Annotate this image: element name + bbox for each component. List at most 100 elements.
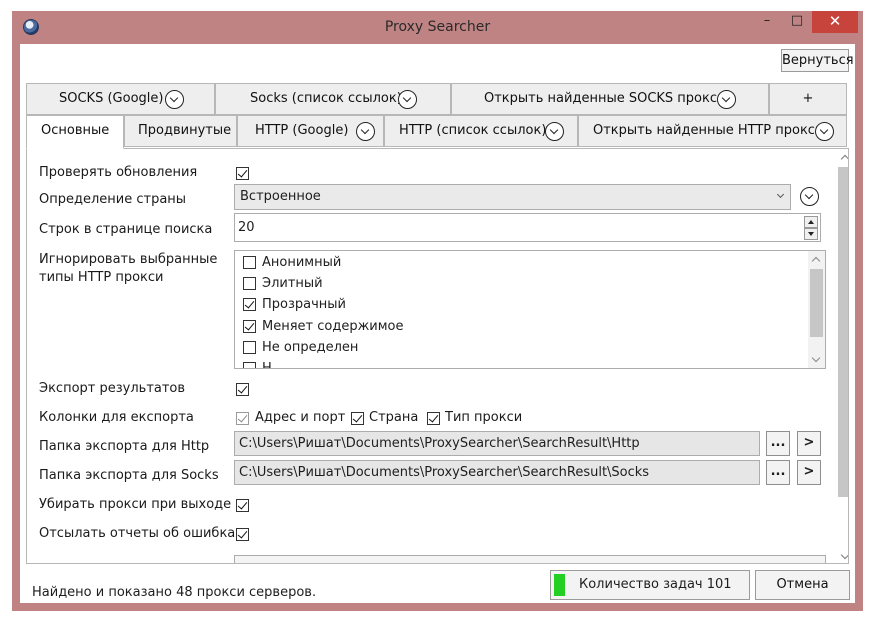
tab-label: Открыть найденные HTTP прокси — [593, 123, 824, 138]
column-country-label: Страна — [369, 410, 419, 425]
export-columns-label: Колонки для експорта — [39, 410, 194, 425]
tab-http-google[interactable]: HTTP (Google) — [237, 115, 384, 147]
remove-on-exit-checkbox[interactable] — [236, 499, 249, 512]
country-detection-label: Определение страны — [39, 192, 187, 207]
scroll-thumb[interactable] — [838, 167, 848, 497]
http-folder-open-button[interactable]: > — [797, 431, 821, 456]
export-results-checkbox[interactable] — [236, 383, 249, 396]
socks-folder-field[interactable]: C:\Users\Ришат\Documents\ProxySearcher\S… — [234, 460, 760, 485]
check-updates-checkbox[interactable] — [236, 167, 249, 180]
country-detection-value: Встроенное — [240, 189, 321, 204]
list-item-checkbox[interactable] — [243, 256, 256, 269]
list-item-label: Меняет содержимое — [262, 319, 404, 334]
ignore-types-list[interactable]: Анонимный Элитный Прозрачный Меняет соде… — [234, 250, 826, 369]
column-proxy-type-checkbox[interactable] — [427, 412, 440, 425]
chevron-down-icon[interactable] — [815, 122, 834, 141]
chevron-down-icon[interactable] — [165, 90, 184, 109]
rows-per-page-input[interactable]: 20 — [234, 213, 821, 242]
column-address-port-label: Адрес и порт — [255, 410, 346, 425]
chevron-down-icon[interactable] — [800, 187, 819, 206]
export-results-label: Экспорт результатов — [39, 381, 186, 396]
back-button[interactable]: Вернуться — [781, 49, 854, 72]
chevron-down-icon[interactable] — [398, 90, 417, 109]
list-item[interactable]: Прозрачный — [235, 295, 805, 316]
send-reports-label: Отсылать отчеты об ошибках — [39, 526, 243, 541]
column-proxy-type-label: Тип прокси — [445, 410, 523, 425]
tab-http-link-list[interactable]: HTTP (список ссылок) — [384, 115, 578, 147]
socks-folder-label: Папка экспорта для Socks — [39, 468, 219, 483]
list-item-label: Не определен — [262, 340, 359, 355]
panel-scrollbar[interactable] — [837, 149, 848, 563]
send-reports-checkbox[interactable] — [236, 528, 249, 541]
scroll-thumb[interactable] — [810, 269, 823, 337]
window-title: Proxy Searcher — [384, 19, 491, 35]
list-item[interactable]: Не определен — [235, 338, 805, 359]
spin-up-icon[interactable] — [804, 216, 818, 228]
task-status-indicator — [554, 574, 565, 596]
http-folder-label: Папка экспорта для Http — [39, 439, 210, 454]
tab-open-found-http[interactable]: Открыть найденные HTTP прокси — [578, 115, 847, 147]
window-client: Вернуться SOCKS (Google) Socks (список с… — [20, 44, 855, 603]
tab-label: HTTP (список ссылок) — [399, 123, 547, 138]
spin-down-icon[interactable] — [804, 228, 818, 240]
tab-open-found-socks[interactable]: Открыть найденные SOCKS прокси — [451, 83, 769, 115]
tab-socks-google[interactable]: SOCKS (Google) — [26, 83, 215, 115]
list-item-label: Прозрачный — [262, 297, 347, 312]
list-item[interactable]: Н... — [235, 359, 805, 369]
chevron-down-icon[interactable] — [717, 90, 736, 109]
partial-input-field[interactable] — [234, 555, 826, 563]
tab-label: Socks (список ссылок) — [250, 91, 402, 106]
scroll-up-icon[interactable] — [840, 154, 848, 164]
chevron-down-icon[interactable] — [356, 122, 375, 141]
tab-label: Основные — [41, 123, 110, 138]
list-item[interactable]: Элитный — [235, 274, 805, 295]
tab-label: Продвинутые — [138, 123, 232, 138]
chevron-down-icon[interactable] — [545, 122, 564, 141]
title-bar[interactable]: Proxy Searcher – □ ✕ — [12, 11, 863, 44]
tab-label: SOCKS (Google) — [59, 91, 164, 106]
list-item-checkbox[interactable] — [243, 298, 256, 311]
task-count-button[interactable]: Количество задач 101 — [550, 570, 750, 600]
list-item-label: Элитный — [262, 276, 323, 291]
list-item-label: Н... — [262, 361, 285, 369]
rows-per-page-label: Строк в странице поиска — [39, 222, 213, 237]
tab-advanced[interactable]: Продвинутые — [124, 115, 237, 147]
tab-general[interactable]: Основные — [26, 115, 124, 149]
settings-panel: Проверять обновления Определение страны … — [26, 148, 849, 564]
socks-folder-open-button[interactable]: > — [797, 460, 821, 485]
tab-add[interactable]: + — [769, 83, 847, 115]
scroll-down-icon[interactable] — [811, 353, 821, 363]
status-message: Найдено и показано 48 прокси серверов. — [32, 585, 317, 600]
socks-folder-browse-button[interactable]: ... — [766, 460, 790, 485]
list-item-label: Анонимный — [262, 255, 342, 270]
http-folder-field[interactable]: C:\Users\Ришат\Documents\ProxySearcher\S… — [234, 431, 760, 456]
rows-per-page-value: 20 — [238, 220, 255, 235]
maximize-button[interactable]: □ — [784, 11, 810, 33]
list-item[interactable]: Меняет содержимое — [235, 317, 805, 338]
minimize-button[interactable]: – — [754, 11, 780, 33]
tab-label: Открыть найденные SOCKS прокси — [484, 91, 726, 106]
list-item-checkbox[interactable] — [243, 341, 256, 354]
ignore-types-label: Игнорировать выбранные типы HTTP прокси — [39, 252, 218, 285]
add-tab-label: + — [802, 91, 814, 106]
list-item-checkbox[interactable] — [243, 320, 256, 333]
tab-socks-link-list[interactable]: Socks (список ссылок) — [215, 83, 451, 115]
remove-on-exit-label: Убирать прокси при выходе — [39, 497, 232, 512]
list-item-checkbox[interactable] — [243, 277, 256, 290]
list-item-checkbox[interactable] — [243, 362, 256, 368]
check-updates-label: Проверять обновления — [39, 165, 198, 180]
column-country-checkbox[interactable] — [351, 412, 364, 425]
dropdown-arrow-icon — [776, 190, 785, 199]
task-count-label: Количество задач 101 — [579, 577, 732, 592]
app-window: Proxy Searcher – □ ✕ Вернуться SOCKS (Go… — [12, 11, 863, 611]
column-address-port-checkbox[interactable] — [236, 412, 249, 425]
http-folder-browse-button[interactable]: ... — [766, 431, 790, 456]
close-button[interactable]: ✕ — [812, 11, 858, 33]
cancel-button[interactable]: Отмена — [755, 570, 850, 600]
tab-label: HTTP (Google) — [255, 123, 349, 138]
scroll-down-icon[interactable] — [840, 550, 848, 560]
list-item[interactable]: Анонимный — [235, 253, 805, 274]
list-scrollbar[interactable] — [808, 251, 825, 368]
scroll-up-icon[interactable] — [811, 256, 821, 266]
country-detection-select[interactable]: Встроенное — [234, 184, 791, 210]
